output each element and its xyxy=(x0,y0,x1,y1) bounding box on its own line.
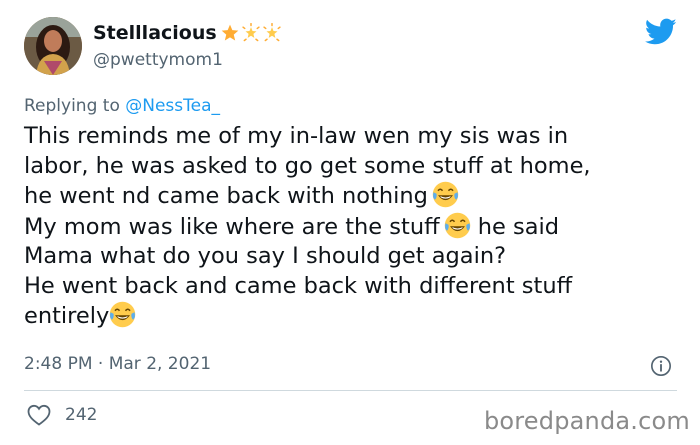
twitter-bird-icon[interactable] xyxy=(645,18,677,46)
replying-to-prefix: Replying to xyxy=(24,96,126,116)
tweet-line-text: he said xyxy=(470,213,560,240)
tweet-text: This reminds me of my in-law wen my sis … xyxy=(24,122,684,332)
reply-target-link[interactable]: @NessTea_ xyxy=(125,96,220,116)
watermark: boredpanda.com xyxy=(483,407,690,435)
tweet-line: This reminds me of my in-law wen my sis … xyxy=(24,123,569,149)
tweet-line: entirely xyxy=(24,301,684,332)
divider xyxy=(24,390,677,391)
tweet-line: Mama what do you say I should get again? xyxy=(24,243,507,269)
star-emoji-icon xyxy=(221,24,239,41)
like-button[interactable]: 242 xyxy=(27,404,97,426)
replying-to: Replying to @NessTea_ xyxy=(24,96,220,116)
tears-of-joy-icon xyxy=(432,181,459,208)
profile-photo-icon xyxy=(24,17,82,75)
info-icon[interactable] xyxy=(650,355,672,377)
heart-icon xyxy=(27,404,51,426)
tweet-line-text: entirely xyxy=(24,303,110,329)
tweet-line: He went back and came back with differen… xyxy=(24,272,573,299)
like-count: 242 xyxy=(65,405,98,425)
tears-of-joy-icon xyxy=(109,301,136,328)
author-name-row: Stelllacious xyxy=(93,22,282,44)
avatar[interactable] xyxy=(24,17,82,75)
tweet-line-text: My mom was like where are the stuff xyxy=(24,213,440,240)
display-name[interactable]: Stelllacious xyxy=(93,22,217,44)
tweet-line: My mom was like where are the stuff he s… xyxy=(24,212,684,243)
tweet-timestamp[interactable]: 2:48 PM · Mar 2, 2021 xyxy=(24,354,211,374)
tweet-line: labor, he was asked to go get some stuff… xyxy=(24,152,591,179)
glowing-star-icon xyxy=(263,23,281,42)
glowing-star-icon xyxy=(242,23,260,42)
author-handle[interactable]: @pwettymom1 xyxy=(93,50,223,70)
tweet-line: he went nd came back with nothing xyxy=(24,181,684,212)
badge-emojis xyxy=(220,23,282,43)
tears-of-joy-icon xyxy=(444,212,471,239)
tweet-line-text: he went nd came back with nothing xyxy=(24,183,428,209)
